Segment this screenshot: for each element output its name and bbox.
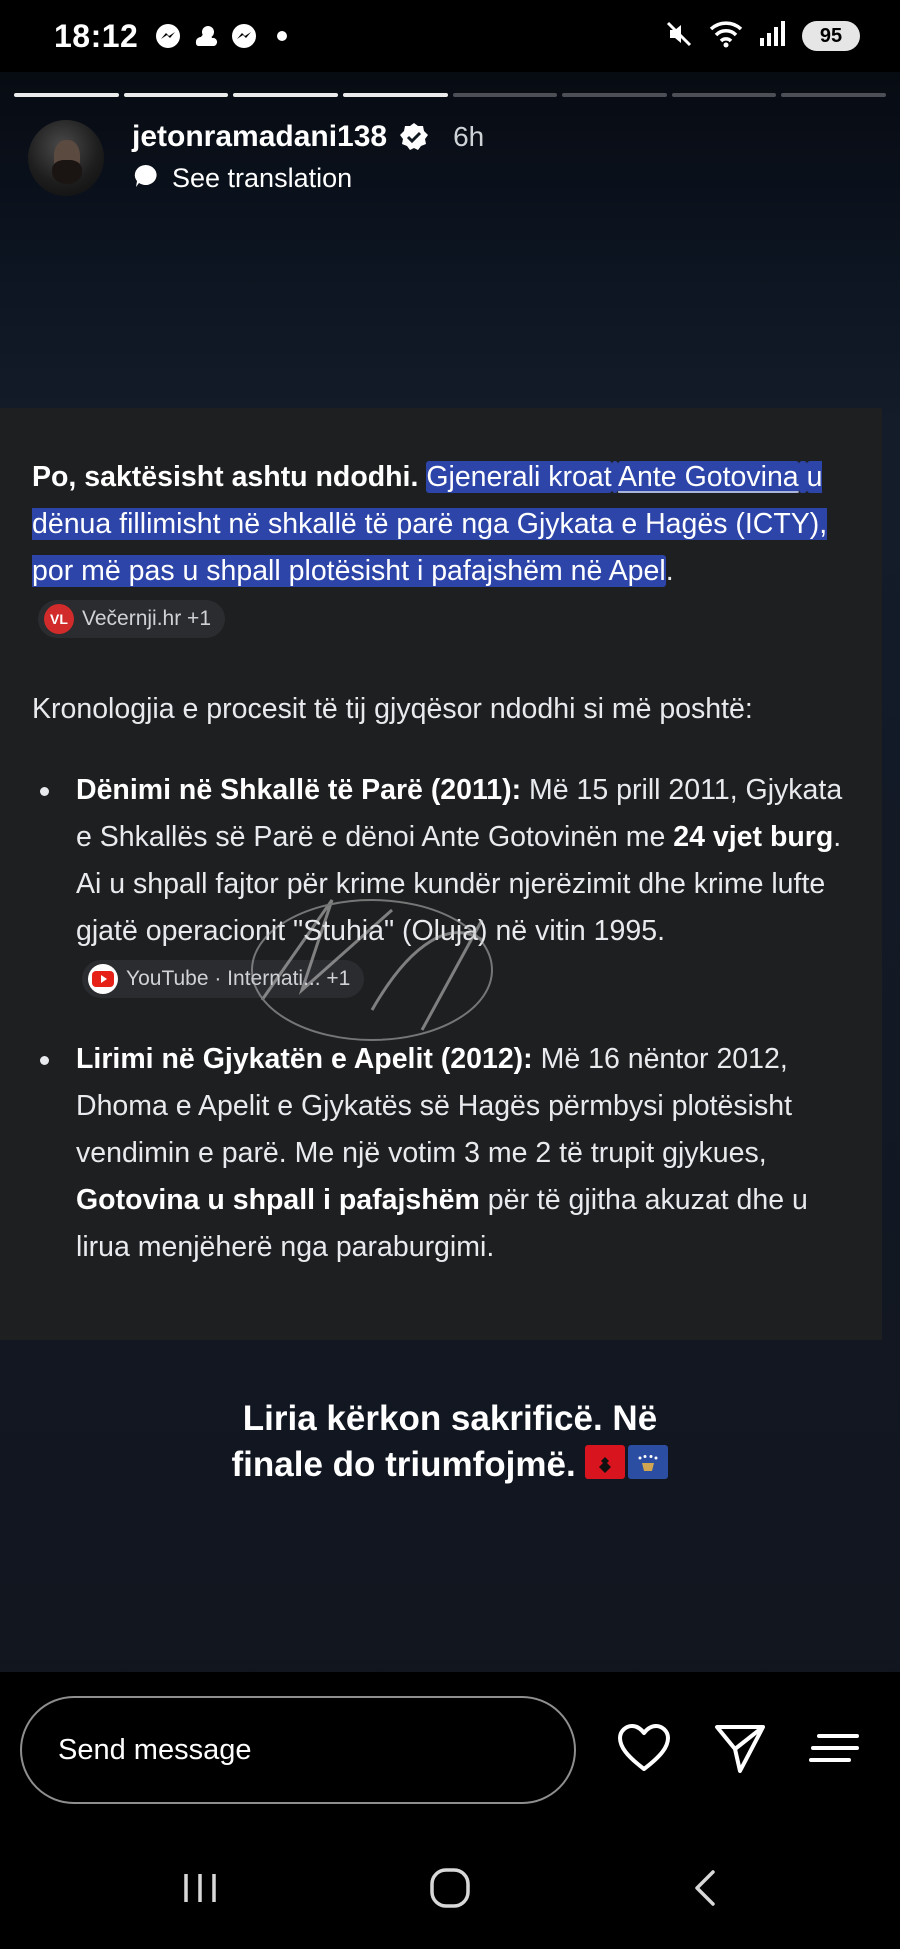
progress-segment xyxy=(781,93,886,97)
progress-segment xyxy=(14,93,119,97)
verified-badge-icon xyxy=(399,122,429,152)
mute-icon xyxy=(664,19,694,54)
progress-segment xyxy=(342,93,448,97)
source-chip-vecernji[interactable]: VL Večernji.hr +1 xyxy=(38,600,225,639)
list-item: Lirimi në Gjykatën e Apelit (2012): Më 1… xyxy=(32,1036,850,1271)
wifi-icon xyxy=(708,19,744,54)
progress-segment xyxy=(452,93,558,97)
bullet-icon xyxy=(40,787,49,796)
answer-paragraph: Po, saktësisht ashtu ndodhi. Gjenerali k… xyxy=(32,454,850,642)
source-chip-label: Večernji.hr +1 xyxy=(82,607,211,631)
status-right: 95 xyxy=(664,19,860,54)
messenger-icon xyxy=(230,22,258,50)
post-time: 6h xyxy=(453,121,485,152)
send-message-placeholder: Send message xyxy=(58,1733,252,1766)
story-progress xyxy=(14,93,886,97)
progress-segment xyxy=(671,93,777,97)
caption-line-1: Liria kërkon sakrificë. Në xyxy=(242,1399,658,1438)
kosovo-flag-icon xyxy=(628,1445,669,1479)
translate-icon xyxy=(132,162,160,195)
messenger-icon xyxy=(154,22,182,50)
home-button[interactable] xyxy=(420,1860,480,1920)
list-item: Dënimi në Shkallë të Parë (2011): Më 15 … xyxy=(32,767,850,1002)
caption-line-2-wrap: finale do triumfojmë. xyxy=(0,1442,900,1488)
see-translation-button[interactable]: See translation xyxy=(132,162,352,195)
see-translation-label: See translation xyxy=(172,163,353,193)
signal-icon xyxy=(758,20,788,53)
back-button[interactable] xyxy=(674,1860,734,1920)
youtube-icon xyxy=(88,964,118,995)
list-item-title: Dënimi në Shkallë të Parë (2011): xyxy=(76,774,522,806)
progress-segment xyxy=(562,93,667,97)
send-message-input[interactable]: Send message xyxy=(20,1696,576,1804)
system-nav-bar xyxy=(0,1834,900,1949)
battery-indicator: 95 xyxy=(802,21,860,51)
status-time: 18:12 xyxy=(54,17,139,54)
username[interactable]: jetonramadani138 xyxy=(132,120,387,154)
highlighted-name-link[interactable]: Ante Gotovina xyxy=(618,461,799,493)
story-caption: Liria kërkon sakrificë. Në finale do tri… xyxy=(0,1396,900,1488)
caption-line-2: finale do triumfojmë. xyxy=(231,1445,576,1484)
more-options-button[interactable] xyxy=(804,1720,864,1780)
back-icon xyxy=(689,1868,719,1913)
menu-icon xyxy=(809,1728,859,1773)
weather-icon xyxy=(192,22,220,50)
recents-icon xyxy=(180,1870,220,1911)
source-chip-label: YouTube · Internati... +1 xyxy=(126,967,351,991)
bullet-icon xyxy=(40,1056,49,1065)
sentence-end: . xyxy=(665,555,674,587)
source-chip-youtube[interactable]: YouTube · Internati... +1 xyxy=(82,960,365,999)
username-row: jetonramadani138 6h xyxy=(132,120,484,154)
list-item-bold: Gotovina u shpall i pafajshëm xyxy=(76,1184,480,1216)
list-item-bold: 24 vjet burg xyxy=(673,821,834,853)
avatar[interactable] xyxy=(28,120,104,196)
dot-icon xyxy=(268,22,296,50)
vecernji-logo-icon: VL xyxy=(44,604,74,635)
heart-icon xyxy=(617,1723,671,1778)
chronology-list: Dënimi në Shkallë të Parë (2011): Më 15 … xyxy=(32,767,850,1271)
recents-button[interactable] xyxy=(170,1860,230,1920)
progress-segment xyxy=(123,93,229,97)
shared-answer-card: Po, saktësisht ashtu ndodhi. Gjenerali k… xyxy=(0,408,882,1340)
notification-icons xyxy=(154,22,296,50)
like-button[interactable] xyxy=(614,1720,674,1780)
progress-segment xyxy=(233,93,338,97)
reply-bar: Send message xyxy=(0,1672,900,1834)
chronology-intro: Kronologjia e procesit të tij gjyqësor n… xyxy=(32,693,753,725)
story-header: jetonramadani138 6h See translation xyxy=(28,116,872,206)
status-bar: 18:12 95 xyxy=(0,0,900,72)
home-icon xyxy=(428,1866,472,1915)
highlighted-text-1: Gjenerali kroat xyxy=(426,461,612,493)
send-icon xyxy=(713,1721,767,1780)
story-screen: 18:12 95 jetonramadani138 6h See transla… xyxy=(0,0,900,1949)
share-button[interactable] xyxy=(710,1720,770,1780)
albania-flag-icon xyxy=(585,1445,626,1479)
list-item-title: Lirimi në Gjykatën e Apelit (2012): xyxy=(76,1043,533,1075)
answer-lead: Po, saktësisht ashtu ndodhi. xyxy=(32,461,419,493)
